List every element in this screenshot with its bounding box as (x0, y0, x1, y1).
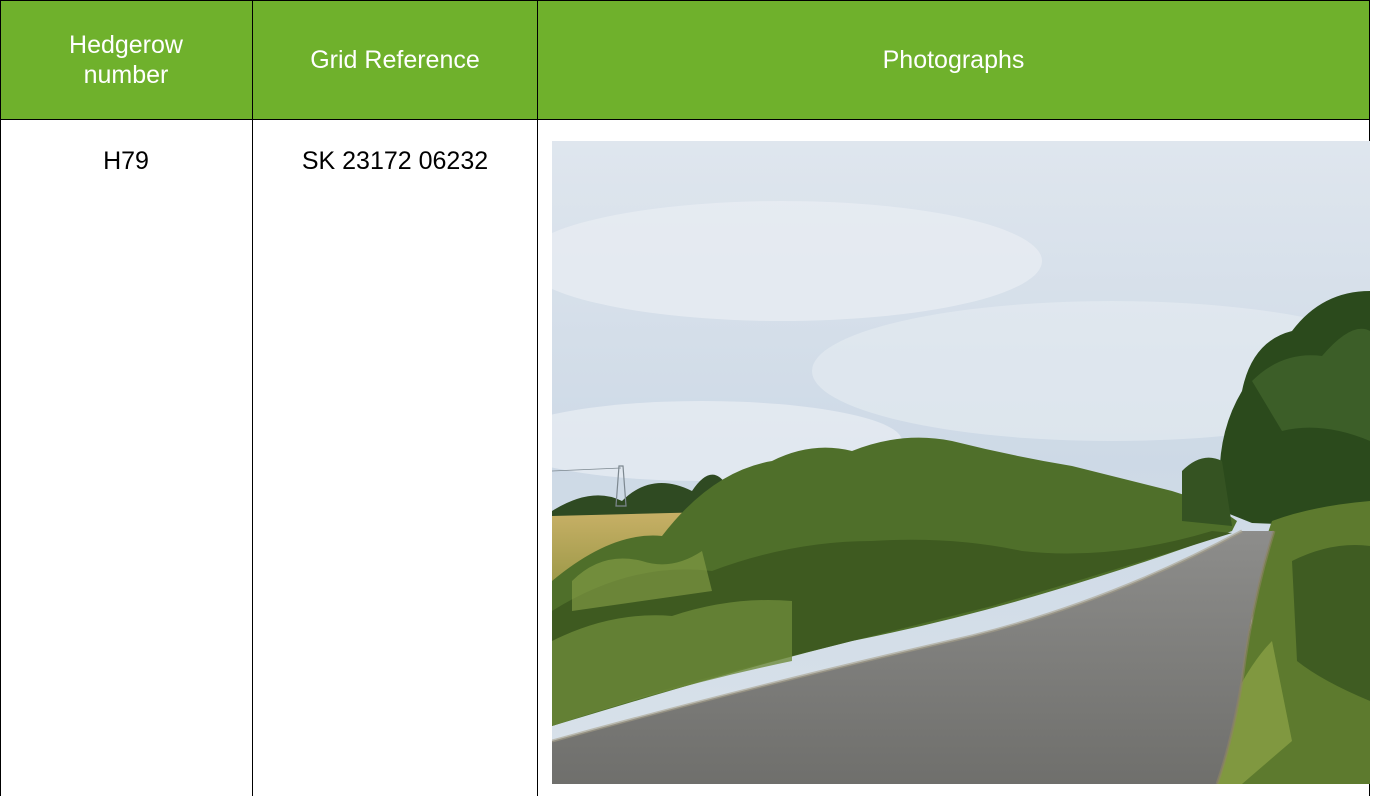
header-photographs-label: Photographs (882, 45, 1025, 74)
header-grid-reference-label: Grid Reference (310, 45, 480, 74)
header-row-divider (0, 119, 1370, 120)
header-hedgerow-number: Hedgerow number (0, 0, 252, 119)
table-border-top (0, 0, 1370, 1)
header-hedgerow-line1: Hedgerow (69, 30, 183, 59)
header-photographs: Photographs (538, 0, 1369, 119)
hedgerow-number-cell: H79 (103, 147, 149, 175)
hedgerow-photograph (552, 141, 1370, 784)
hedgerow-table: Hedgerow number Grid Reference Photograp… (0, 0, 1378, 796)
grid-reference-cell: SK 23172 06232 (301, 147, 489, 175)
header-hedgerow-line2: number (83, 60, 169, 89)
header-grid-reference: Grid Reference (253, 0, 537, 119)
